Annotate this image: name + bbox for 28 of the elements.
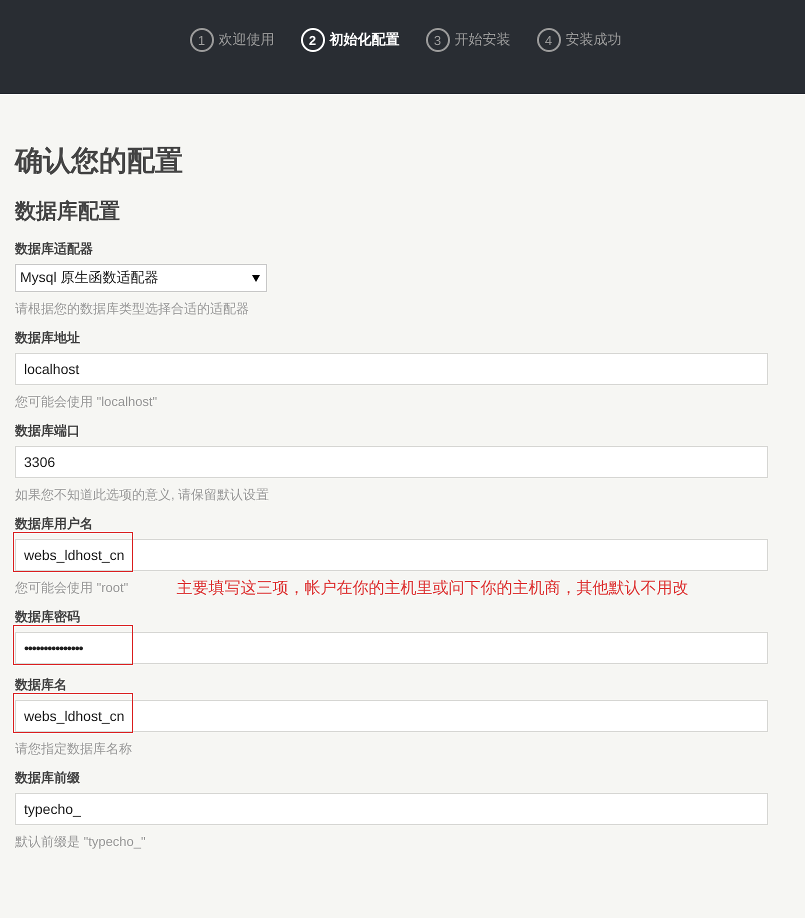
input-field[interactable]: typecho_ bbox=[15, 793, 768, 825]
step-tab[interactable]: 2 初始化配置 bbox=[300, 28, 400, 52]
annotation-text: 主要填写这三项，帐户在你的主机里或问下你的主机商，其他默认不用改 bbox=[176, 578, 688, 598]
input-field[interactable]: webs_ldhost_cn bbox=[15, 700, 768, 732]
step-tab[interactable]: 1 欢迎使用 bbox=[190, 28, 274, 52]
field-label: 数据库端口 bbox=[15, 424, 81, 437]
field-label: 数据库名 bbox=[15, 678, 68, 691]
help-text: 如果您不知道此选项的意义, 请保留默认设置 bbox=[15, 486, 270, 504]
field-label: 数据库密码 bbox=[15, 610, 81, 623]
help-text: 您可能会使用 "root" bbox=[15, 579, 128, 597]
field-label: 数据库用户名 bbox=[15, 517, 94, 530]
section-heading: 数据库配置 bbox=[15, 201, 121, 222]
caret-icon bbox=[252, 274, 260, 282]
help-text: 您可能会使用 "localhost" bbox=[15, 393, 158, 411]
field-label: 数据库前缀 bbox=[15, 771, 81, 784]
step-tab[interactable]: 4 安装成功 bbox=[536, 28, 622, 52]
input-field[interactable]: localhost bbox=[15, 353, 768, 385]
step-tab[interactable]: 3 开始安装 bbox=[426, 28, 510, 52]
password-field[interactable]: ••••••••••••••• bbox=[15, 632, 768, 664]
field-label: 数据库适配器 bbox=[15, 242, 94, 255]
field-label: 数据库地址 bbox=[15, 331, 81, 344]
help-text: 请根据您的数据库类型选择合适的适配器 bbox=[15, 300, 249, 318]
input-field[interactable]: 3306 bbox=[15, 446, 768, 478]
help-text: 默认前缀是 "typecho_" bbox=[15, 833, 146, 851]
page-title: 确认您的配置 bbox=[15, 144, 184, 175]
help-text: 请您指定数据库名称 bbox=[15, 740, 132, 758]
select-field[interactable]: Mysql 原生函数适配器 bbox=[15, 264, 267, 292]
input-field[interactable]: webs_ldhost_cn bbox=[15, 539, 768, 571]
